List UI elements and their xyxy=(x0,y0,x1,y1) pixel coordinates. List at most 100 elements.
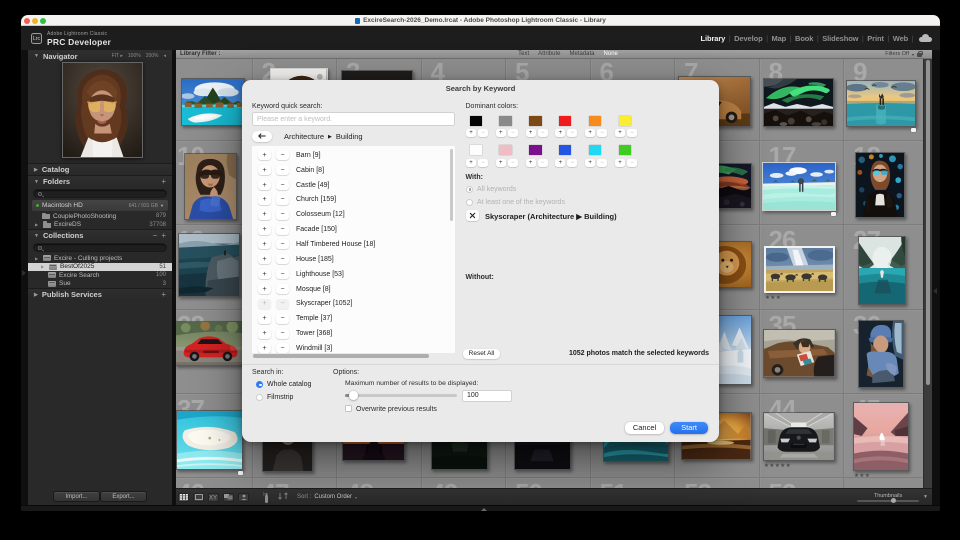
color-add-button[interactable]: + xyxy=(555,129,565,137)
color-swatch-0-2[interactable] xyxy=(529,116,542,126)
color-swatch-0-0[interactable] xyxy=(470,116,483,126)
keyword-remove-button[interactable]: − xyxy=(276,195,289,205)
color-swatch-0-1[interactable] xyxy=(499,116,512,126)
keyword-add-button[interactable]: + xyxy=(258,329,271,339)
keyword-remove-button[interactable]: − xyxy=(276,343,289,352)
keyword-remove-button[interactable]: − xyxy=(276,254,289,264)
chip-remove-button[interactable] xyxy=(466,210,479,222)
keyword-remove-button[interactable]: − xyxy=(276,225,289,235)
keyword-add-button[interactable]: + xyxy=(258,254,271,264)
keyword-remove-button[interactable]: − xyxy=(276,165,289,175)
navigator-panel-header[interactable]: ▼NavigatorFIT ▸100%200%◂ xyxy=(28,50,172,62)
search-in-option-0[interactable]: Whole catalog xyxy=(256,381,311,388)
grid-scrollbar[interactable] xyxy=(923,59,932,488)
keyword-remove-button[interactable]: − xyxy=(276,284,289,294)
folder-row-1[interactable]: ▶ExcireDS37708 xyxy=(28,221,172,230)
keyword-remove-button[interactable]: − xyxy=(276,329,289,339)
panel-header-catalog[interactable]: ▶Catalog xyxy=(28,163,172,175)
color-add-button[interactable]: + xyxy=(615,129,625,137)
left-panel-collapse-arrow[interactable] xyxy=(22,270,26,276)
color-remove-button[interactable]: − xyxy=(597,159,607,167)
color-swatch-1-4[interactable] xyxy=(589,145,602,155)
loupe-view-icon[interactable] xyxy=(193,493,204,502)
panel-plus-button[interactable]: + xyxy=(161,290,166,299)
color-swatch-0-5[interactable] xyxy=(619,116,632,126)
color-remove-button[interactable]: − xyxy=(627,129,637,137)
grid-cell-36[interactable]: 36 xyxy=(844,310,923,394)
filter-tab-attribute[interactable]: Attribute xyxy=(538,51,560,57)
folder-row-0[interactable]: CouplePhotoShooting879 xyxy=(28,212,172,221)
grid-cell-47[interactable]: 47 xyxy=(253,478,338,488)
grid-cell-53[interactable]: 53 xyxy=(760,478,845,488)
filter-tab-none[interactable]: None xyxy=(604,51,618,57)
navigator-zoom-0[interactable]: FIT ▸ xyxy=(112,53,123,59)
keyword-remove-button[interactable]: − xyxy=(276,239,289,249)
photo-thumbnail-aurora[interactable] xyxy=(763,78,834,127)
expand-triangle-icon[interactable]: ▶ xyxy=(41,264,45,269)
filmstrip-reveal-arrow[interactable] xyxy=(481,508,487,511)
max-results-input[interactable]: 100 xyxy=(462,390,512,402)
people-view-icon[interactable] xyxy=(238,493,249,502)
keyword-remove-button[interactable]: − xyxy=(276,269,289,279)
photo-thumbnail-lagoon[interactable] xyxy=(762,162,836,211)
keyword-add-button[interactable]: + xyxy=(258,180,271,190)
star-rating[interactable]: ★★★ xyxy=(854,473,870,479)
grid-cell-9[interactable]: 9 xyxy=(844,59,923,141)
keyword-add-button[interactable]: + xyxy=(258,269,271,279)
color-remove-button[interactable]: − xyxy=(538,159,548,167)
color-swatch-1-5[interactable] xyxy=(619,145,632,155)
photo-thumbnail-aerialbeach[interactable] xyxy=(176,410,243,470)
photo-thumbnail-zebras[interactable] xyxy=(764,246,835,293)
painter-spray-icon[interactable] xyxy=(263,492,269,503)
keyword-remove-button[interactable]: − xyxy=(276,150,289,160)
back-button[interactable] xyxy=(252,131,272,143)
photo-thumbnail-blackmercedes[interactable] xyxy=(763,412,835,461)
photo-thumbnail-redcar[interactable] xyxy=(176,321,245,366)
start-button[interactable]: Start xyxy=(670,422,708,434)
filter-tab-text[interactable]: Text xyxy=(518,51,529,57)
keyword-list-vscrollbar[interactable] xyxy=(450,149,454,221)
navigator-zoom-more[interactable]: ◂ xyxy=(163,53,166,59)
panel-header-collections[interactable]: ▼Collections−+ xyxy=(28,229,172,241)
color-remove-button[interactable]: − xyxy=(567,159,577,167)
with-option-1[interactable]: At least one of the keywords xyxy=(466,199,565,206)
photo-thumbnail-sunsetcouple[interactable] xyxy=(846,80,916,127)
navigator-preview[interactable] xyxy=(62,62,143,158)
grid-cell-48[interactable]: 48 xyxy=(337,478,422,488)
color-add-button[interactable]: + xyxy=(526,159,536,167)
color-swatch-1-0[interactable] xyxy=(470,145,483,155)
navigator-zoom-2[interactable]: 200% xyxy=(146,53,159,59)
sort-direction-icon[interactable] xyxy=(278,492,289,502)
color-add-button[interactable]: + xyxy=(615,159,625,167)
keyword-add-button[interactable]: + xyxy=(258,299,271,309)
photo-thumbnail-bluewoman[interactable] xyxy=(184,153,237,220)
navigator-zoom-1[interactable]: 100% xyxy=(128,53,141,59)
expand-triangle-icon[interactable]: ▶ xyxy=(35,222,39,227)
keyword-add-button[interactable]: + xyxy=(258,239,271,249)
grid-cell-45[interactable]: 45★★★ xyxy=(844,394,923,478)
collections-filter-input[interactable] xyxy=(33,243,167,252)
panel-header-folders[interactable]: ▼Folders+ xyxy=(28,175,172,187)
volume-row-macintosh-hd[interactable]: Macintosh HD641 / 931 GB▼ xyxy=(32,200,168,211)
keyword-list[interactable]: +−Barn [9]+−Cabin [8]+−Castle [49]+−Chur… xyxy=(252,146,455,353)
thumbnail-size-knob[interactable] xyxy=(891,498,896,503)
color-add-button[interactable]: + xyxy=(555,159,565,167)
collection-row-3[interactable]: Sue3 xyxy=(28,280,172,289)
collection-row-1[interactable]: ▶BestOf202551 xyxy=(28,263,172,272)
keyword-add-button[interactable]: + xyxy=(258,284,271,294)
grid-cell-49[interactable]: 49 xyxy=(422,478,507,488)
keyword-add-button[interactable]: + xyxy=(258,165,271,175)
grid-cell-51[interactable]: 51 xyxy=(591,478,676,488)
photo-thumbnail-mountainlake[interactable] xyxy=(858,236,906,305)
folders-filter-input[interactable] xyxy=(33,189,167,198)
panel-minus-button[interactable]: − xyxy=(153,231,158,240)
grid-cell-44[interactable]: 44★★★★★ xyxy=(760,394,845,478)
max-results-slider[interactable] xyxy=(345,394,457,397)
breadcrumb-parent[interactable]: Architecture xyxy=(284,132,324,141)
grid-cell-52[interactable]: 52 xyxy=(675,478,760,488)
sort-control[interactable]: Sort :Custom Order▾ xyxy=(297,494,357,500)
photo-thumbnail-borabora[interactable] xyxy=(181,78,246,127)
photo-thumbnail-bokehwoman[interactable] xyxy=(855,152,905,218)
color-add-button[interactable]: + xyxy=(496,159,506,167)
color-swatch-1-2[interactable] xyxy=(529,145,542,155)
